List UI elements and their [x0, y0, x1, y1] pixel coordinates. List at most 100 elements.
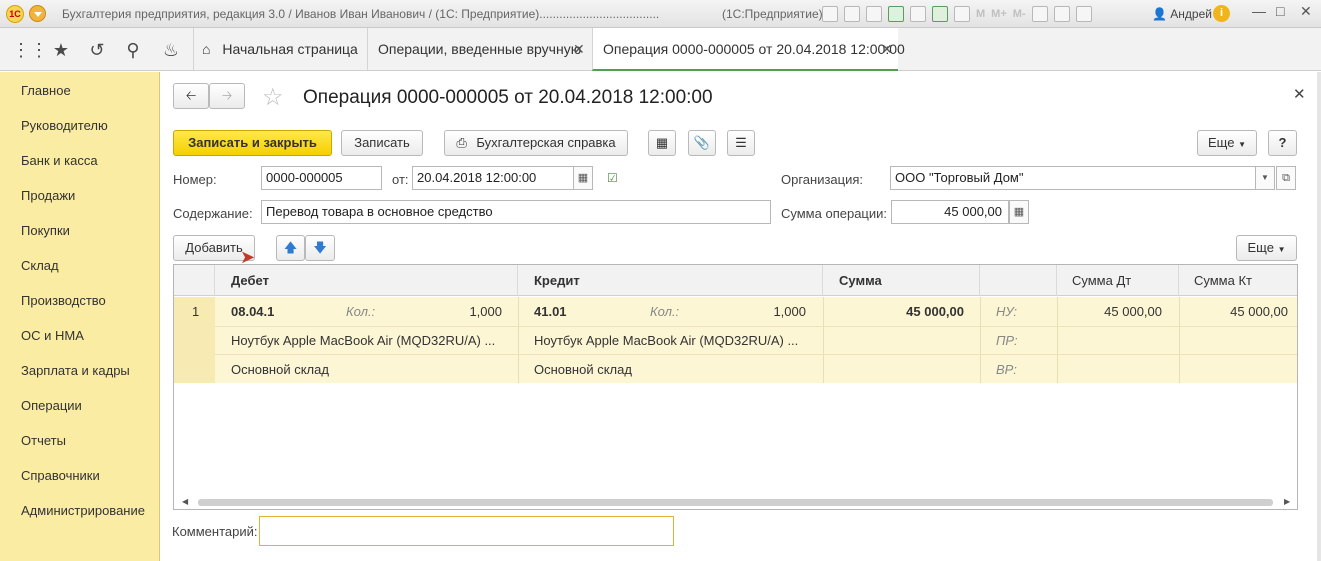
- save-button[interactable]: Записать: [341, 130, 423, 156]
- sidebar-item-payroll[interactable]: Зарплата и кадры: [21, 363, 130, 378]
- sidebar-item-assets[interactable]: ОС и НМА: [21, 328, 84, 343]
- calendar-icon[interactable]: [954, 6, 970, 22]
- favorites-star-icon[interactable]: ★: [50, 39, 72, 61]
- close-tab-icon[interactable]: ✕: [573, 28, 585, 71]
- save-and-close-button[interactable]: Записать и закрыть: [173, 130, 332, 156]
- organization-dropdown-icon[interactable]: ▼: [1255, 166, 1275, 190]
- scroll-right-icon[interactable]: ▶: [1284, 497, 1290, 506]
- accounting-report-button[interactable]: ⎙ Бухгалтерская справка: [444, 130, 628, 156]
- user-label: Андрей: [1170, 7, 1212, 21]
- move-down-icon[interactable]: 🡇: [305, 235, 335, 261]
- row-divider: [215, 326, 1297, 327]
- move-up-icon[interactable]: 🡅: [276, 235, 305, 261]
- organization-field[interactable]: ООО "Торговый Дом": [890, 166, 1256, 190]
- header-amount[interactable]: Сумма: [823, 265, 980, 296]
- header-debit[interactable]: Дебет: [215, 265, 518, 296]
- debit-qty[interactable]: 1,000: [434, 304, 502, 319]
- upload-icon[interactable]: [888, 6, 904, 22]
- content-field[interactable]: Перевод товара в основное средство: [261, 200, 771, 224]
- credit-qty[interactable]: 1,000: [738, 304, 806, 319]
- info-icon[interactable]: i: [1213, 5, 1230, 22]
- sum-kt-value[interactable]: 45 000,00: [1180, 304, 1288, 319]
- table-more-button[interactable]: Еще ▼: [1236, 235, 1297, 261]
- organization-label: Организация:: [781, 172, 864, 187]
- tab-operation[interactable]: Операция 0000-000005 от 20.04.2018 12:00…: [592, 28, 905, 71]
- sidebar-item-purchases[interactable]: Покупки: [21, 223, 70, 238]
- tools-icon[interactable]: [1075, 6, 1092, 22]
- attachment-icon[interactable]: 📎: [688, 130, 716, 156]
- help-button[interactable]: ?: [1268, 130, 1297, 156]
- debit-item[interactable]: Ноутбук Apple MacBook Air (MQD32RU/A) ..…: [231, 333, 495, 348]
- tab-manual-operations[interactable]: Операции, введенные вручную ✕: [367, 28, 591, 71]
- sidebar-item-admin[interactable]: Администрирование: [21, 503, 145, 518]
- close-window-icon[interactable]: ✕: [1300, 3, 1312, 20]
- favorite-star-icon[interactable]: ☆: [262, 83, 284, 112]
- zoom-icon[interactable]: [1031, 6, 1048, 22]
- search-icon[interactable]: ⚲: [122, 39, 144, 61]
- date-label: от:: [392, 172, 409, 187]
- tabs-bar: ⋮⋮ ★ ↺ ⚲ ♨ ⌂ Начальная страница Операции…: [0, 28, 1321, 71]
- close-tab-icon[interactable]: ✕: [881, 28, 893, 71]
- minimize-icon[interactable]: —: [1252, 3, 1266, 19]
- document-icon[interactable]: ☰: [727, 130, 755, 156]
- operation-sum-field[interactable]: 45 000,00: [891, 200, 1009, 224]
- memory-minus-button[interactable]: M-: [1013, 8, 1026, 20]
- save-icon[interactable]: [822, 6, 838, 22]
- comment-field[interactable]: [259, 516, 674, 546]
- close-form-icon[interactable]: ✕: [1293, 85, 1306, 103]
- history-icon[interactable]: ↺: [86, 39, 108, 61]
- credit-warehouse[interactable]: Основной склад: [534, 362, 632, 377]
- horizontal-scrollbar[interactable]: [198, 499, 1273, 506]
- download-icon[interactable]: [910, 6, 926, 22]
- calendar-picker-icon[interactable]: ▦: [573, 166, 593, 190]
- sidebar-item-operations[interactable]: Операции: [21, 398, 82, 413]
- credit-account[interactable]: 41.01: [534, 304, 567, 319]
- print-icon[interactable]: [844, 6, 860, 22]
- preview-icon[interactable]: [866, 6, 882, 22]
- back-button[interactable]: 🡠: [173, 83, 209, 109]
- more-button[interactable]: Еще ▼: [1197, 130, 1257, 156]
- table-header: Дебет Кредит Сумма Сумма Дт Сумма Кт: [174, 265, 1297, 296]
- maximize-icon[interactable]: □: [1276, 3, 1284, 19]
- open-organization-icon[interactable]: ⧉: [1276, 166, 1296, 190]
- apps-grid-icon[interactable]: ⋮⋮: [12, 39, 48, 61]
- calculator-icon[interactable]: ▦: [1009, 200, 1029, 224]
- sidebar-item-warehouse[interactable]: Склад: [21, 258, 59, 273]
- sidebar-item-reports[interactable]: Отчеты: [21, 433, 66, 448]
- sidebar-item-production[interactable]: Производство: [21, 293, 106, 308]
- memory-plus-button[interactable]: M+: [991, 8, 1007, 20]
- debit-warehouse[interactable]: Основной склад: [231, 362, 329, 377]
- sidebar-item-catalogs[interactable]: Справочники: [21, 468, 100, 483]
- column-divider: [518, 297, 519, 383]
- printer-icon: ⎙: [456, 135, 467, 150]
- sidebar-item-sales[interactable]: Продажи: [21, 188, 75, 203]
- row-amount[interactable]: 45 000,00: [824, 304, 964, 319]
- header-sum-kt[interactable]: Сумма Кт: [1179, 265, 1297, 296]
- structure-icon[interactable]: ▦: [648, 130, 676, 156]
- content-label: Содержание:: [173, 206, 253, 221]
- sidebar-item-manager[interactable]: Руководителю: [21, 118, 108, 133]
- forward-button[interactable]: 🡢: [209, 83, 245, 109]
- chevron-down-icon: ▼: [1238, 140, 1246, 149]
- user-name[interactable]: 👤 Андрей: [1152, 7, 1212, 21]
- main-menu-icon[interactable]: [29, 5, 46, 22]
- notifications-bell-icon[interactable]: ♨: [160, 39, 182, 61]
- document-status-icon[interactable]: ☑: [607, 171, 618, 185]
- sidebar-item-bank[interactable]: Банк и касса: [21, 153, 98, 168]
- panel-icon[interactable]: [1053, 6, 1070, 22]
- header-credit[interactable]: Кредит: [518, 265, 823, 296]
- memory-m-button[interactable]: M: [976, 8, 985, 20]
- debit-qty-label: Кол.:: [346, 304, 376, 319]
- header-sum-dt[interactable]: Сумма Дт: [1057, 265, 1179, 296]
- sidebar-item-main[interactable]: Главное: [21, 83, 71, 98]
- credit-item[interactable]: Ноутбук Apple MacBook Air (MQD32RU/A) ..…: [534, 333, 798, 348]
- date-field[interactable]: 20.04.2018 12:00:00: [412, 166, 574, 190]
- debit-account[interactable]: 08.04.1: [231, 304, 274, 319]
- calculator-icon[interactable]: [932, 6, 948, 22]
- tab-home[interactable]: ⌂ Начальная страница: [193, 28, 367, 71]
- number-field[interactable]: 0000-000005: [261, 166, 382, 190]
- window-title: Бухгалтерия предприятия, редакция 3.0 / …: [62, 7, 660, 21]
- constant-difference-label: ПР:: [996, 333, 1018, 348]
- scroll-left-icon[interactable]: ◀: [182, 497, 188, 506]
- sum-dt-value[interactable]: 45 000,00: [1058, 304, 1162, 319]
